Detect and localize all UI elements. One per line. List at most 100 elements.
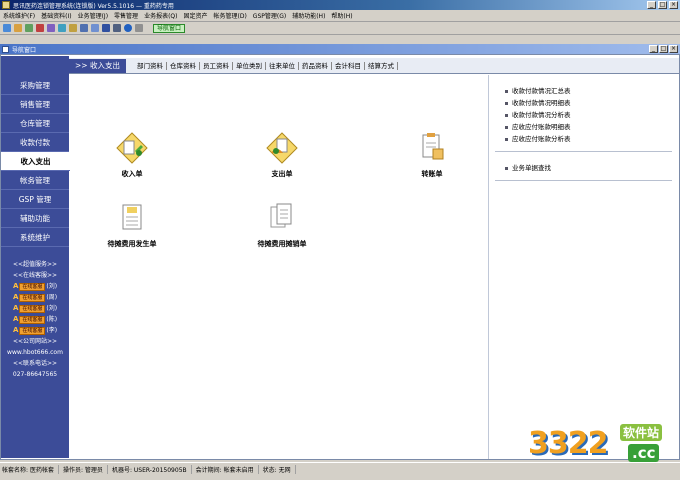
expense-voucher-tile[interactable]: 支出单 [242, 131, 322, 179]
sidebar-item-payments[interactable]: 收款付款 [1, 133, 69, 152]
menu-bar: 系统维护(F) 基础资料(I) 业务管理(J) 零售管理 业务报表(Q) 固定资… [0, 10, 680, 22]
maximize-button[interactable]: □ [658, 1, 667, 9]
navigation-window-title: 导航窗口 _ □ × [0, 44, 680, 54]
menu-reports[interactable]: 业务报表(Q) [141, 11, 180, 20]
tab-settlement[interactable]: 结算方式 [365, 61, 398, 70]
company-site-link[interactable]: <<公司网站>> [1, 336, 69, 347]
exit-icon[interactable] [135, 24, 143, 32]
menu-gsp[interactable]: GSP管理(G) [250, 11, 289, 20]
qq-contact[interactable]: A 在线客服 (刘) [1, 303, 69, 314]
report-link-label: 应收应付账款明细表 [512, 123, 571, 131]
bullet-icon [505, 125, 508, 129]
sidebar-links: <<超值服务>> <<在线客服>> A 在线客服 (刘) A 在线客服 (周) A 在线客… [1, 259, 69, 380]
report-links-panel: 收款付款情况汇总表 收款付款情况明细表 收款付款情况分析表 应收应付账款明细表 … [488, 75, 678, 459]
status-operator: 操作员: 管理员 [63, 465, 108, 474]
app-icon [2, 1, 10, 9]
report-link-label: 收款付款情况汇总表 [512, 87, 571, 95]
new-icon[interactable] [3, 24, 11, 32]
deferred-expense-tile[interactable]: 待摊费用发生单 [92, 201, 172, 249]
sidebar: 采购管理 销售管理 仓库管理 收款付款 收入支出 帐务管理 GSP 管理 辅助功… [1, 56, 70, 458]
bullet-icon [505, 113, 508, 117]
bullet-icon [505, 137, 508, 141]
search-group: 业务单据查找 [495, 152, 672, 181]
settings-icon[interactable] [113, 24, 121, 32]
report-link[interactable]: 收款付款情况明细表 [505, 97, 672, 109]
menu-accounts[interactable]: 帐务管理(D) [210, 11, 249, 20]
report-link[interactable]: 应收应付账款分析表 [505, 133, 672, 145]
qq-badge: 在线客服 [19, 304, 46, 313]
inner-close-button[interactable]: × [669, 45, 678, 53]
save-icon[interactable] [25, 24, 33, 32]
report-link[interactable]: 收款付款情况分析表 [505, 109, 672, 121]
sidebar-item-accounts[interactable]: 帐务管理 [1, 171, 69, 190]
tab-department[interactable]: 部门资料 [134, 61, 167, 70]
menu-tools[interactable]: 辅助功能(H) [289, 11, 328, 20]
qq-icon: A [12, 315, 19, 323]
qq-contact[interactable]: A 在线客服 (陈) [1, 314, 69, 325]
amortization-tile[interactable]: 待摊费用摊销单 [242, 201, 322, 249]
export-icon[interactable] [91, 24, 99, 32]
site-watermark: 3322 软件站 .cc [528, 420, 678, 468]
menu-system[interactable]: 系统维护(F) [0, 11, 38, 20]
sidebar-item-purchase[interactable]: 采购管理 [1, 76, 69, 95]
qq-contact[interactable]: A 在线客服 (刘) [1, 281, 69, 292]
report-link[interactable]: 应收应付账款明细表 [505, 121, 672, 133]
menu-retail[interactable]: 零售管理 [111, 11, 141, 20]
menu-basic-data[interactable]: 基础资料(I) [38, 11, 74, 20]
tab-employee[interactable]: 员工资料 [200, 61, 233, 70]
qq-contact[interactable]: A 在线客服 (周) [1, 292, 69, 303]
tab-warehouse[interactable]: 仓库资料 [167, 61, 200, 70]
sidebar-item-system[interactable]: 系统维护 [1, 228, 69, 247]
print-icon[interactable] [47, 24, 55, 32]
return-navigation-button[interactable]: 导航窗口 [153, 23, 186, 33]
status-state: 状态: 无网 [263, 465, 296, 474]
report-link-label: 收款付款情况分析表 [512, 111, 571, 119]
sidebar-item-sales[interactable]: 销售管理 [1, 95, 69, 114]
bullet-icon [505, 101, 508, 105]
qq-icon: A [12, 282, 19, 290]
status-account: 帐套名称: 医药帐套 [2, 465, 59, 474]
menu-assets[interactable]: 固定资产 [180, 11, 210, 20]
inner-minimize-button[interactable]: _ [649, 45, 658, 53]
document-search-link[interactable]: 业务单据查找 [505, 162, 672, 174]
sidebar-item-tools[interactable]: 辅助功能 [1, 209, 69, 228]
online-service-link[interactable]: <<在线客服>> [1, 270, 69, 281]
menu-business[interactable]: 业务管理(J) [75, 11, 111, 20]
app-title-bar: 思讯医药连锁管理系统(连锁版) Ver5.5.1016 — 重药药专用 _ □ … [0, 0, 680, 10]
transfer-voucher-tile[interactable]: 转账单 [392, 131, 472, 179]
transfer-document-icon [415, 131, 449, 165]
minimize-button[interactable]: _ [647, 1, 656, 9]
delete-icon[interactable] [36, 24, 44, 32]
amortization-icon [265, 201, 299, 235]
menu-help[interactable]: 帮助(H) [328, 11, 355, 20]
preview-icon[interactable] [58, 24, 66, 32]
tab-drug[interactable]: 药品资料 [299, 61, 332, 70]
tab-unit-category[interactable]: 单位类别 [233, 61, 266, 70]
open-icon[interactable] [14, 24, 22, 32]
tab-partner[interactable]: 往来单位 [266, 61, 299, 70]
calculator-icon[interactable] [102, 24, 110, 32]
income-voucher-tile[interactable]: 收入单 [92, 131, 172, 179]
service-link[interactable]: <<超值服务>> [1, 259, 69, 270]
report-link[interactable]: 收款付款情况汇总表 [505, 85, 672, 97]
bullet-icon [505, 89, 508, 93]
contact-phone: 027-86647565 [12, 371, 58, 378]
company-url[interactable]: www.hbot666.com [1, 347, 69, 358]
main-content: 收入单 支出单 转账单 待摊费用发生单 待摊费用摊销单 [70, 75, 488, 459]
qq-contact[interactable]: A 在线客服 (李) [1, 325, 69, 336]
expense-voucher-label: 支出单 [271, 170, 293, 178]
help-icon[interactable] [124, 24, 132, 32]
tab-income-expense[interactable]: >> 收入支出 [69, 58, 126, 73]
watermark-text: 软件站 [620, 424, 663, 441]
qq-icon: A [12, 326, 19, 334]
refresh-icon[interactable] [80, 24, 88, 32]
close-button[interactable]: × [669, 1, 678, 9]
tab-account-subject[interactable]: 会计科目 [332, 61, 365, 70]
sidebar-item-gsp[interactable]: GSP 管理 [1, 190, 69, 209]
inner-maximize-button[interactable]: □ [659, 45, 668, 53]
sidebar-item-warehouse[interactable]: 仓库管理 [1, 114, 69, 133]
sidebar-item-income-expense[interactable]: 收入支出 [1, 152, 70, 171]
toolbar: 导航窗口 [0, 22, 680, 35]
qq-name: (周) [46, 294, 58, 301]
search-icon[interactable] [69, 24, 77, 32]
